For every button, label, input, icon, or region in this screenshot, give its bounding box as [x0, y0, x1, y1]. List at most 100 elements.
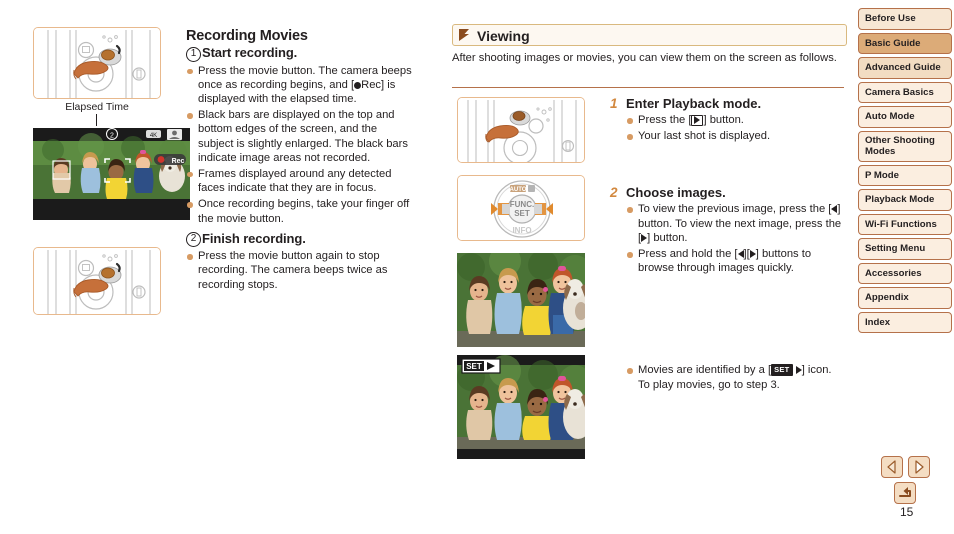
list-item: Press the movie button again to stop rec…: [186, 249, 414, 292]
viewing-title: Viewing: [477, 28, 530, 44]
list-item: Press the [] button.: [626, 113, 846, 127]
return-button[interactable]: [894, 482, 916, 504]
sidebar-item-label: Before Use: [865, 13, 916, 24]
sidebar-item-setting-menu[interactable]: Setting Menu: [858, 238, 952, 260]
step-spacer: [610, 145, 846, 185]
step-1-bullets: Press the movie button. The camera beeps…: [186, 64, 414, 226]
list-item: Press the movie button. The camera beeps…: [186, 64, 414, 107]
camera-movie-button-illustration-start: [33, 27, 161, 99]
elapsed-time-leader-line: [96, 114, 97, 126]
page-number: 15: [900, 505, 914, 519]
next-page-arrow-icon: [915, 460, 924, 474]
sidebar-item-auto-mode[interactable]: Auto Mode: [858, 106, 952, 128]
viewing-step-2-heading: 2 Choose images.: [610, 185, 846, 200]
sidebar-item-basic-guide[interactable]: Basic Guide: [858, 32, 952, 54]
previous-page-button[interactable]: [881, 456, 903, 478]
list-item: To view the previous image, press the []…: [626, 202, 846, 245]
svg-text:AUTO: AUTO: [510, 187, 527, 193]
sidebar-item-label: Auto Mode: [865, 111, 915, 122]
sidebar-item-playback-mode[interactable]: Playback Mode: [858, 189, 952, 211]
step-2-bullets: Press the movie button again to stop rec…: [186, 249, 414, 292]
viewing-step-1-heading: 1 Enter Playback mode.: [610, 96, 846, 111]
svg-text:FUNC.: FUNC.: [510, 200, 534, 209]
step-2-title: Finish recording.: [202, 230, 306, 246]
playback-button-icon: [691, 115, 704, 126]
list-item: Once recording begins, take your finger …: [186, 197, 414, 225]
next-page-button[interactable]: [908, 456, 930, 478]
sidebar-item-camera-basics[interactable]: Camera Basics: [858, 81, 952, 103]
sidebar-item-index[interactable]: Index: [858, 311, 952, 333]
viewing-step-1-bullets: Press the [] button. Your last shot is d…: [626, 113, 846, 143]
right-arrow-icon: [749, 250, 756, 259]
set-play-overlay-icon: SET: [461, 358, 501, 374]
left-arrow-icon: [737, 250, 744, 259]
svg-text:SET: SET: [466, 362, 482, 371]
viewing-step-2-bullets: To view the previous image, press the []…: [626, 202, 846, 275]
step-1-heading: 1 Start recording.: [186, 45, 414, 62]
sidebar-item-label: Camera Basics: [865, 86, 934, 98]
photo-movie-image: SET: [457, 355, 585, 459]
return-back-arrow-icon: [899, 487, 911, 497]
sidebar-item-label: P Mode: [865, 169, 899, 181]
step-1-title: Start recording.: [202, 45, 298, 60]
right-arrow-icon: [641, 233, 648, 242]
viewing-step-1-title: Enter Playback mode.: [626, 96, 762, 111]
sidebar-item-label: Appendix: [865, 292, 909, 303]
chapter-sidebar: Before Use Basic Guide Advanced Guide Ca…: [858, 8, 952, 336]
sidebar-item-label: Accessories: [865, 267, 922, 279]
section-divider: [452, 87, 844, 88]
recording-movies-section: Recording Movies 1 Start recording. Pres…: [186, 28, 414, 294]
sidebar-item-appendix[interactable]: Appendix: [858, 287, 952, 309]
manual-page: Elapsed Time 2 4K Rec Recording Movies 1…: [0, 0, 954, 534]
sidebar-item-label: Setting Menu: [865, 243, 926, 254]
note-spacer: [610, 277, 846, 363]
svg-text:2: 2: [110, 133, 114, 140]
sidebar-item-other-shooting-modes[interactable]: Other Shooting Modes: [858, 130, 952, 162]
step-2-number: 2: [186, 232, 201, 248]
sidebar-item-label: Index: [865, 316, 891, 328]
list-item: Press and hold the [][] buttons to brows…: [626, 247, 846, 275]
list-item: Black bars are displayed on the top and …: [186, 108, 414, 165]
movie-note: Movies are identified by a [SET ] icon. …: [626, 363, 846, 391]
sidebar-item-label: Playback Mode: [865, 194, 935, 205]
viewing-step-2-number: 2: [610, 185, 618, 201]
step-1-number: 1: [186, 46, 201, 62]
viewing-step-2-title: Choose images.: [626, 185, 726, 201]
set-chip-icon: SET: [771, 364, 793, 377]
sidebar-item-label: Other Shooting Modes: [865, 134, 935, 158]
camera-control-dial-illustration: FUNC. SET AUTO INFO: [457, 175, 585, 241]
sidebar-item-label: Basic Guide: [865, 37, 921, 49]
photo-still-image: [457, 253, 585, 347]
svg-text:4K: 4K: [150, 133, 157, 139]
sidebar-item-label: Wi-Fi Functions: [865, 218, 937, 230]
viewing-step-1-number: 1: [610, 96, 618, 111]
sidebar-item-label: Advanced Guide: [865, 62, 941, 73]
svg-text:Rec: Rec: [172, 158, 185, 165]
page-title: Recording Movies: [186, 28, 308, 44]
previous-page-arrow-icon: [887, 460, 896, 474]
sidebar-item-advanced-guide[interactable]: Advanced Guide: [858, 57, 952, 79]
viewing-step-2: 2 Choose images. To view the previous im…: [610, 185, 846, 275]
viewing-section-header: Viewing: [452, 24, 847, 46]
list-item: Frames displayed around any detected fac…: [186, 167, 414, 195]
sidebar-item-before-use[interactable]: Before Use: [858, 8, 952, 30]
sidebar-item-p-mode[interactable]: P Mode: [858, 164, 952, 186]
flag-marker-icon: [459, 29, 469, 41]
list-item: Your last shot is displayed.: [626, 129, 846, 143]
elapsed-time-caption: Elapsed Time: [65, 101, 129, 113]
sidebar-item-accessories[interactable]: Accessories: [858, 262, 952, 284]
viewing-steps: 1 Enter Playback mode. Press the [] butt…: [610, 96, 846, 394]
play-arrow-icon: [795, 366, 802, 375]
movie-note-bullets: Movies are identified by a [SET ] icon. …: [626, 363, 846, 391]
list-item: Movies are identified by a [SET ] icon. …: [626, 363, 846, 391]
recording-screen-preview: 2 4K Rec: [33, 128, 190, 220]
step-2-heading: 2 Finish recording.: [186, 231, 414, 248]
sidebar-item-wifi-functions[interactable]: Wi-Fi Functions: [858, 213, 952, 235]
viewing-step-1: 1 Enter Playback mode. Press the [] butt…: [610, 96, 846, 143]
camera-movie-button-illustration-finish: [33, 247, 161, 315]
viewing-intro-text: After shooting images or movies, you can…: [452, 52, 837, 64]
camera-playback-button-illustration: [457, 97, 585, 163]
svg-text:SET: SET: [514, 209, 530, 218]
svg-text:INFO: INFO: [512, 226, 531, 235]
left-arrow-icon: [831, 205, 838, 214]
